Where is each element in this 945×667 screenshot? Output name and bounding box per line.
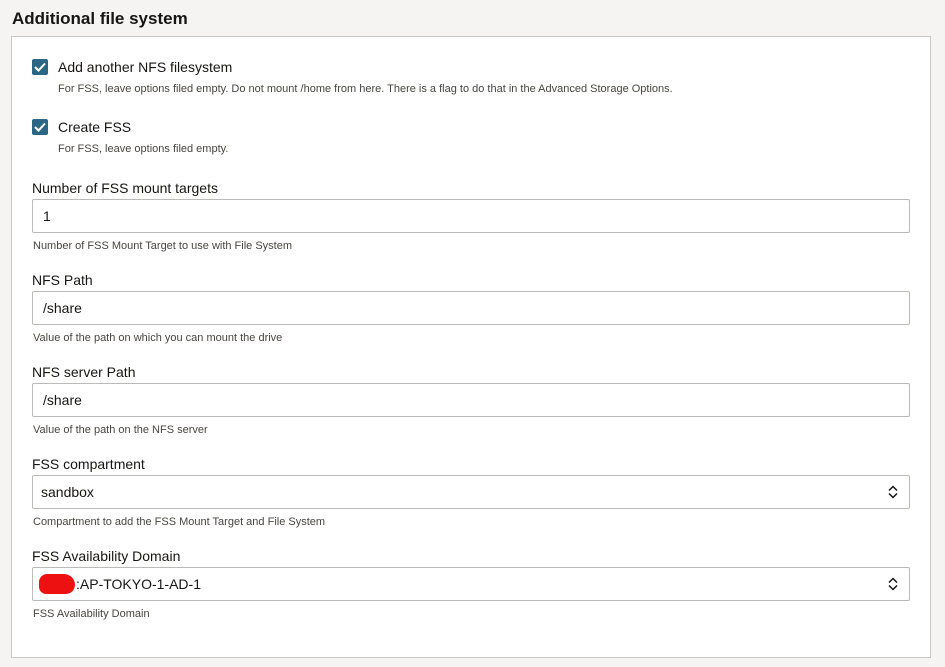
- add-nfs-checkbox[interactable]: [32, 59, 48, 75]
- fss-ad-value-wrap: :AP-TOKYO-1-AD-1: [39, 574, 885, 594]
- section-title: Additional file system: [12, 9, 188, 28]
- checkmark-icon: [34, 62, 46, 72]
- add-nfs-help: For FSS, leave options filed empty. Do n…: [58, 83, 673, 95]
- nfs-server-path-input[interactable]: [32, 383, 910, 417]
- fss-ad-select[interactable]: :AP-TOKYO-1-AD-1: [32, 567, 910, 601]
- add-nfs-label: Add another NFS filesystem: [58, 59, 233, 75]
- create-fss-label: Create FSS: [58, 119, 132, 135]
- add-nfs-checkbox-row[interactable]: Add another NFS filesystem: [32, 59, 232, 75]
- file-system-panel: Add another NFS filesystem For FSS, leav…: [11, 36, 931, 658]
- fss-compartment-label: FSS compartment: [32, 456, 145, 472]
- nfs-server-path-help: Value of the path on the NFS server: [33, 424, 208, 436]
- create-fss-checkbox[interactable]: [32, 119, 48, 135]
- nfs-server-path-label: NFS server Path: [32, 364, 136, 380]
- fss-ad-value: :AP-TOKYO-1-AD-1: [76, 576, 201, 592]
- nfs-path-input[interactable]: [32, 291, 910, 325]
- create-fss-help: For FSS, leave options filed empty.: [58, 143, 229, 155]
- fss-compartment-value: sandbox: [41, 484, 94, 500]
- mount-targets-help: Number of FSS Mount Target to use with F…: [33, 240, 293, 252]
- fss-compartment-select[interactable]: sandbox: [32, 475, 910, 509]
- mount-targets-label: Number of FSS mount targets: [32, 180, 218, 196]
- nfs-path-help: Value of the path on which you can mount…: [33, 332, 283, 344]
- fss-compartment-help: Compartment to add the FSS Mount Target …: [33, 516, 326, 528]
- chevron-up-down-icon: [885, 484, 901, 500]
- redaction-mark: [39, 574, 75, 594]
- fss-ad-label: FSS Availability Domain: [32, 548, 181, 564]
- chevron-up-down-icon: [885, 576, 901, 592]
- create-fss-checkbox-row[interactable]: Create FSS: [32, 119, 131, 135]
- mount-targets-input[interactable]: [32, 199, 910, 233]
- checkmark-icon: [34, 122, 46, 132]
- fss-ad-help: FSS Availability Domain: [33, 608, 150, 620]
- nfs-path-label: NFS Path: [32, 272, 93, 288]
